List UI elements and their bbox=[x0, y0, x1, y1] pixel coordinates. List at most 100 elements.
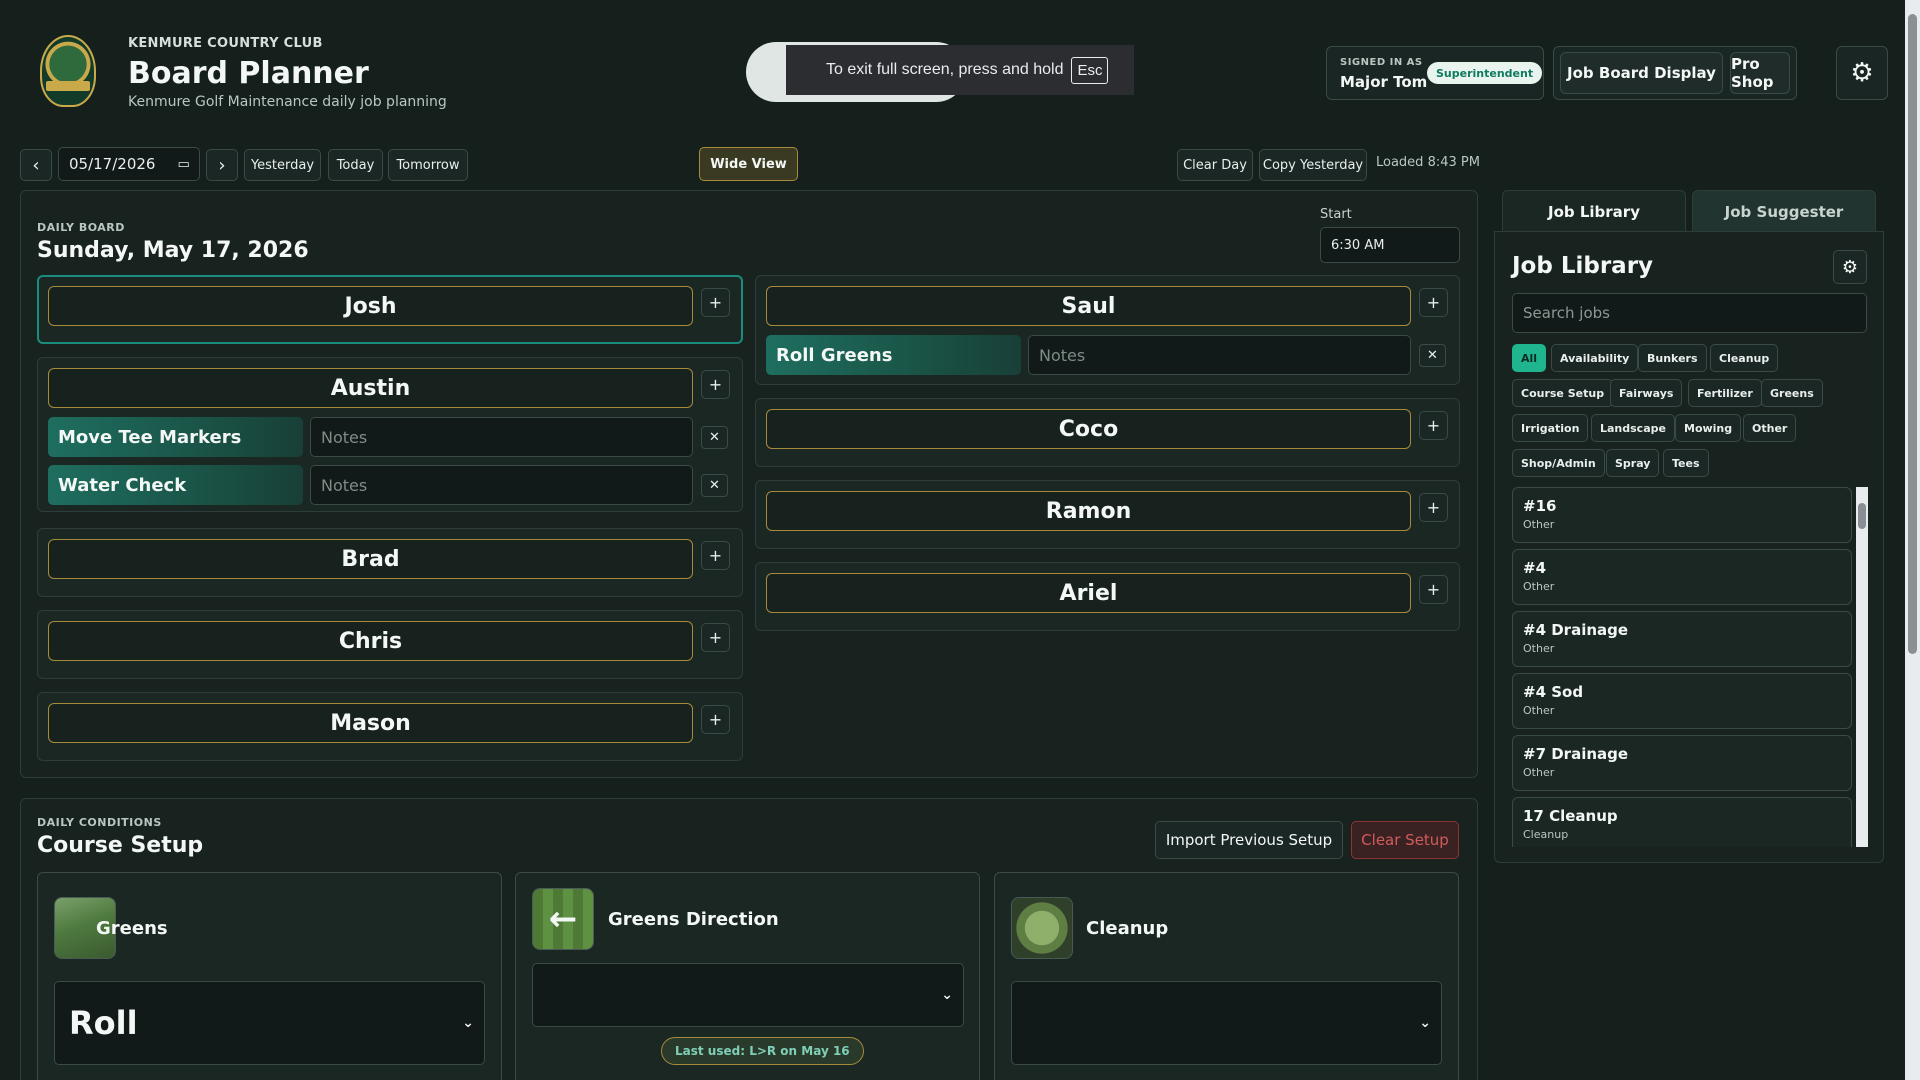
filter-course-setup[interactable]: Course Setup bbox=[1512, 379, 1614, 407]
employee-name-austin[interactable]: Austin bbox=[48, 368, 693, 408]
copy-yesterday-button[interactable]: Copy Yesterday bbox=[1259, 149, 1367, 181]
yesterday-button[interactable]: Yesterday bbox=[244, 149, 321, 181]
job-category: Cleanup bbox=[1523, 828, 1569, 841]
list-item[interactable]: #4 Drainage Other bbox=[1512, 611, 1852, 667]
page-title: Board Planner bbox=[128, 56, 369, 91]
settings-button[interactable]: ⚙ bbox=[1836, 46, 1888, 100]
remove-job-button[interactable]: ✕ bbox=[701, 426, 728, 449]
signed-in-label: SIGNED IN AS bbox=[1340, 57, 1423, 68]
filter-shop-admin[interactable]: Shop/Admin bbox=[1512, 449, 1605, 477]
remove-job-button[interactable]: ✕ bbox=[701, 474, 728, 497]
esc-key: Esc bbox=[1071, 56, 1109, 84]
wide-view-button[interactable]: Wide View bbox=[699, 147, 798, 181]
start-time-input[interactable]: 6:30 AM bbox=[1320, 227, 1460, 263]
filter-mowing[interactable]: Mowing bbox=[1675, 414, 1742, 442]
daily-board-label: DAILY BOARD bbox=[37, 221, 125, 234]
fullscreen-toast-text: To exit full screen, press and hold bbox=[826, 61, 1064, 78]
filter-tees[interactable]: Tees bbox=[1663, 449, 1709, 477]
import-previous-setup-button[interactable]: Import Previous Setup bbox=[1155, 821, 1343, 859]
next-day-button[interactable]: › bbox=[206, 149, 238, 181]
calendar-icon: ▭ bbox=[177, 156, 190, 172]
date-input[interactable]: 05/17/2026 ▭ bbox=[58, 147, 200, 181]
page-scrollbar-thumb[interactable] bbox=[1908, 14, 1917, 654]
job-name: #4 bbox=[1523, 559, 1547, 577]
add-job-button-saul[interactable]: + bbox=[1419, 288, 1448, 317]
greens-direction-select[interactable]: ⌄ bbox=[532, 963, 964, 1027]
club-crest-logo bbox=[40, 35, 96, 107]
list-item[interactable]: #4 Sod Other bbox=[1512, 673, 1852, 729]
add-job-button-coco[interactable]: + bbox=[1419, 411, 1448, 440]
notes-input[interactable]: Notes bbox=[1028, 335, 1411, 375]
chevron-down-icon: ⌄ bbox=[1419, 1015, 1431, 1031]
fullscreen-toast: To exit full screen, press and hold Esc bbox=[786, 45, 1134, 95]
add-job-button-chris[interactable]: + bbox=[701, 623, 730, 652]
tab-job-library[interactable]: Job Library bbox=[1502, 190, 1686, 234]
greens-select[interactable]: Roll ⌄ bbox=[54, 981, 485, 1065]
job-category: Other bbox=[1523, 580, 1555, 593]
notes-input[interactable]: Notes bbox=[310, 465, 693, 505]
start-label: Start bbox=[1320, 207, 1352, 222]
tomorrow-button[interactable]: Tomorrow bbox=[388, 149, 468, 181]
filter-fertilizer[interactable]: Fertilizer bbox=[1688, 379, 1762, 407]
add-job-button-austin[interactable]: + bbox=[701, 370, 730, 399]
clear-day-button[interactable]: Clear Day bbox=[1177, 149, 1253, 181]
clear-setup-button[interactable]: Clear Setup bbox=[1351, 821, 1459, 859]
list-item[interactable]: #4 Other bbox=[1512, 549, 1852, 605]
add-job-button-ariel[interactable]: + bbox=[1419, 575, 1448, 604]
job-category: Other bbox=[1523, 704, 1555, 717]
filter-irrigation[interactable]: Irrigation bbox=[1512, 414, 1589, 442]
job-library-title: Job Library bbox=[1512, 253, 1654, 279]
chevron-down-icon: ⌄ bbox=[462, 1015, 474, 1031]
job-chip-move-tee-markers[interactable]: Move Tee Markers bbox=[48, 417, 303, 457]
job-board-display-button[interactable]: Job Board Display bbox=[1560, 52, 1723, 94]
filter-other[interactable]: Other bbox=[1743, 414, 1797, 442]
employee-name-chris[interactable]: Chris bbox=[48, 621, 693, 661]
filter-spray[interactable]: Spray bbox=[1606, 449, 1660, 477]
add-job-button-mason[interactable]: + bbox=[701, 705, 730, 734]
employee-name-brad[interactable]: Brad bbox=[48, 539, 693, 579]
library-scrollbar[interactable] bbox=[1856, 487, 1868, 847]
job-name: #7 Drainage bbox=[1523, 745, 1629, 763]
library-scrollbar-thumb[interactable] bbox=[1858, 503, 1866, 529]
pro-shop-button[interactable]: Pro Shop bbox=[1730, 52, 1790, 94]
list-item[interactable]: #16 Other bbox=[1512, 487, 1852, 543]
board-date-title: Sunday, May 17, 2026 bbox=[37, 238, 309, 263]
employee-name-ariel[interactable]: Ariel bbox=[766, 573, 1411, 613]
job-category: Other bbox=[1523, 518, 1555, 531]
filter-bunkers[interactable]: Bunkers bbox=[1638, 344, 1707, 372]
employee-name-josh[interactable]: Josh bbox=[48, 286, 693, 326]
filter-availability[interactable]: Availability bbox=[1551, 344, 1639, 372]
job-chip-roll-greens[interactable]: Roll Greens bbox=[766, 335, 1021, 375]
filter-greens[interactable]: Greens bbox=[1761, 379, 1823, 407]
filter-fairways[interactable]: Fairways bbox=[1610, 379, 1683, 407]
role-badge: Superintendent bbox=[1427, 62, 1543, 84]
filter-all[interactable]: All bbox=[1512, 344, 1547, 372]
list-item[interactable]: 17 Cleanup Cleanup bbox=[1512, 797, 1852, 847]
greens-select-value: Roll bbox=[69, 1004, 138, 1042]
date-value: 05/17/2026 bbox=[69, 155, 156, 173]
add-job-button-josh[interactable]: + bbox=[701, 288, 730, 317]
job-chip-water-check[interactable]: Water Check bbox=[48, 465, 303, 505]
page-subtitle: Kenmure Golf Maintenance daily job plann… bbox=[128, 94, 447, 110]
filter-cleanup[interactable]: Cleanup bbox=[1710, 344, 1779, 372]
employee-name-coco[interactable]: Coco bbox=[766, 409, 1411, 449]
notes-input[interactable]: Notes bbox=[310, 417, 693, 457]
prev-day-button[interactable]: ‹ bbox=[20, 149, 52, 181]
add-job-button-ramon[interactable]: + bbox=[1419, 493, 1448, 522]
employee-name-mason[interactable]: Mason bbox=[48, 703, 693, 743]
employee-name-saul[interactable]: Saul bbox=[766, 286, 1411, 326]
cleanup-select[interactable]: ⌄ bbox=[1011, 981, 1442, 1065]
job-category: Other bbox=[1523, 766, 1555, 779]
remove-job-button[interactable]: ✕ bbox=[1419, 344, 1446, 367]
job-search-input[interactable]: Search jobs bbox=[1512, 293, 1867, 333]
setup-card-title: Greens bbox=[96, 918, 168, 939]
today-button[interactable]: Today bbox=[328, 149, 383, 181]
user-name: Major Tom bbox=[1340, 73, 1428, 91]
library-settings-button[interactable]: ⚙ bbox=[1833, 250, 1867, 284]
filter-landscape[interactable]: Landscape bbox=[1591, 414, 1675, 442]
employee-name-ramon[interactable]: Ramon bbox=[766, 491, 1411, 531]
tab-job-suggester[interactable]: Job Suggester bbox=[1692, 190, 1876, 234]
add-job-button-brad[interactable]: + bbox=[701, 541, 730, 570]
cleanup-green-icon bbox=[1011, 897, 1073, 959]
list-item[interactable]: #7 Drainage Other bbox=[1512, 735, 1852, 791]
